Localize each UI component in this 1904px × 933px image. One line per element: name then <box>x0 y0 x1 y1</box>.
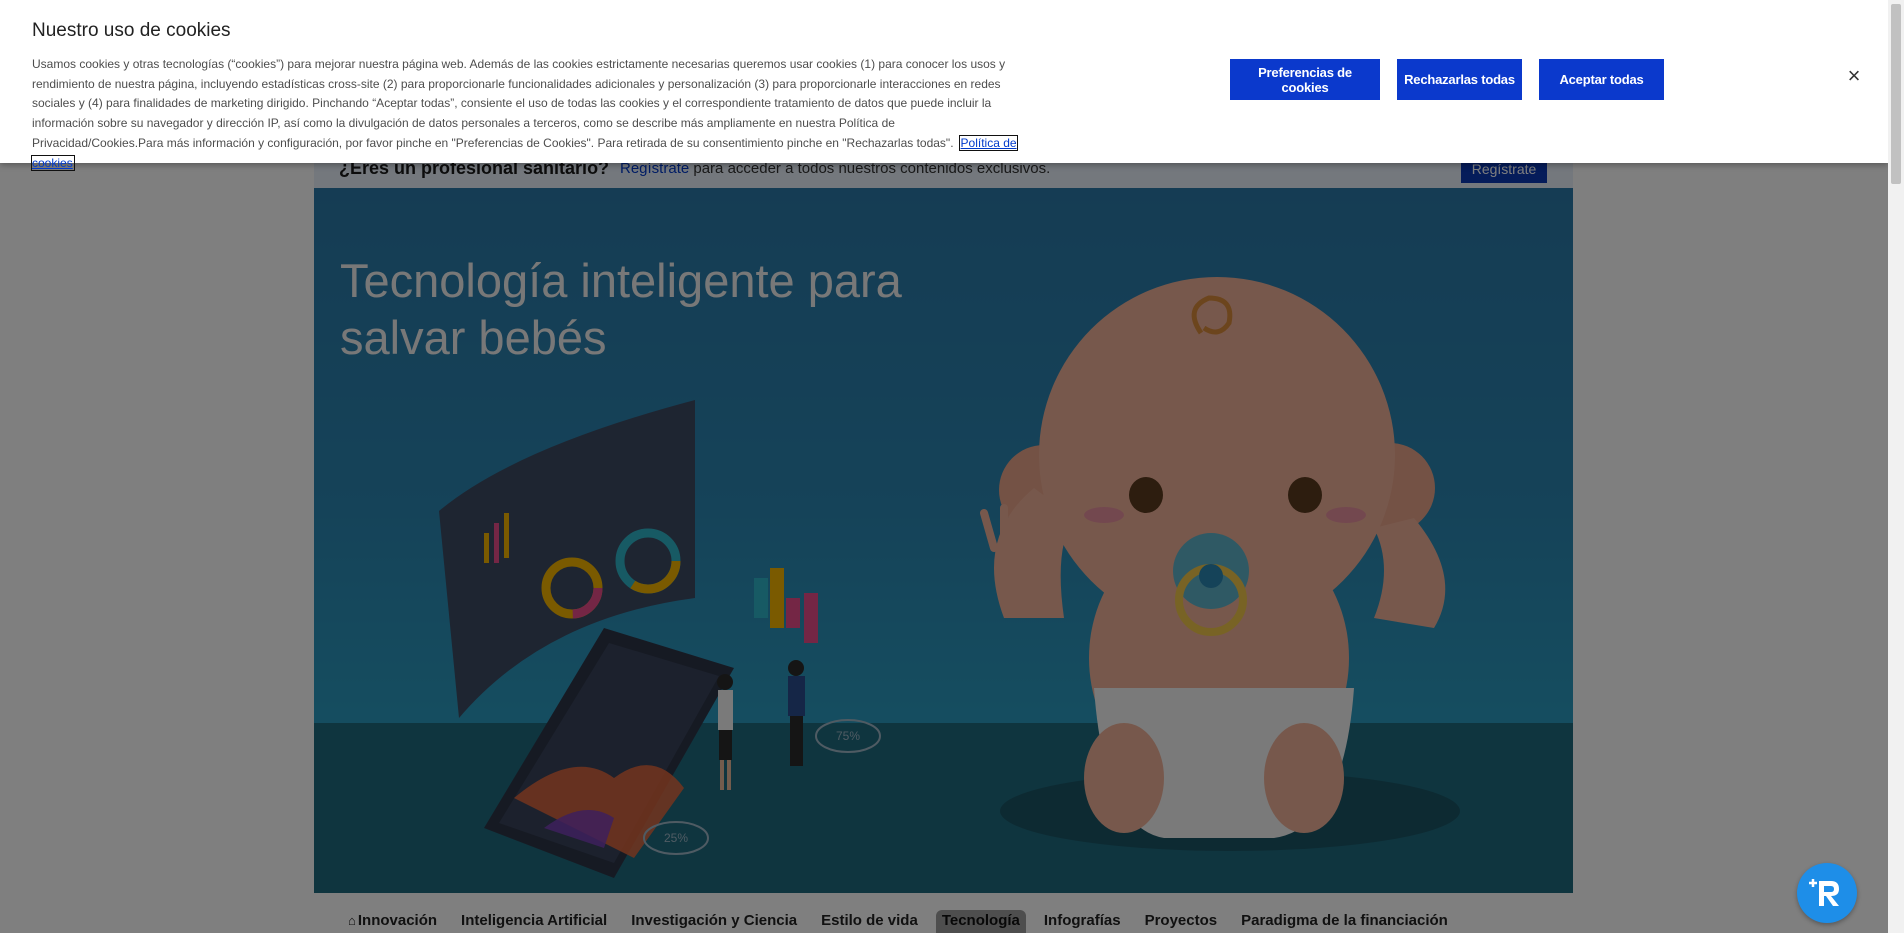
cookie-title: Nuestro uso de cookies <box>32 20 231 41</box>
scrollbar-thumb[interactable] <box>1891 4 1901 184</box>
cookie-preferences-button[interactable]: Preferencias de cookies <box>1230 59 1380 100</box>
accept-all-button[interactable]: Aceptar todas <box>1539 59 1664 100</box>
cookie-description: Usamos cookies y otras tecnologías (“coo… <box>31 55 1022 173</box>
reader-icon <box>1809 879 1839 906</box>
reject-all-button[interactable]: Rechazarlas todas <box>1397 59 1522 100</box>
scrollbar[interactable] <box>1888 0 1904 933</box>
close-icon[interactable]: × <box>1843 65 1865 87</box>
cookie-body: Usamos cookies y otras tecnologías (“coo… <box>32 57 1006 150</box>
cookie-banner: Nuestro uso de cookies Usamos cookies y … <box>0 0 1888 171</box>
reader-fab-button[interactable] <box>1797 863 1857 923</box>
